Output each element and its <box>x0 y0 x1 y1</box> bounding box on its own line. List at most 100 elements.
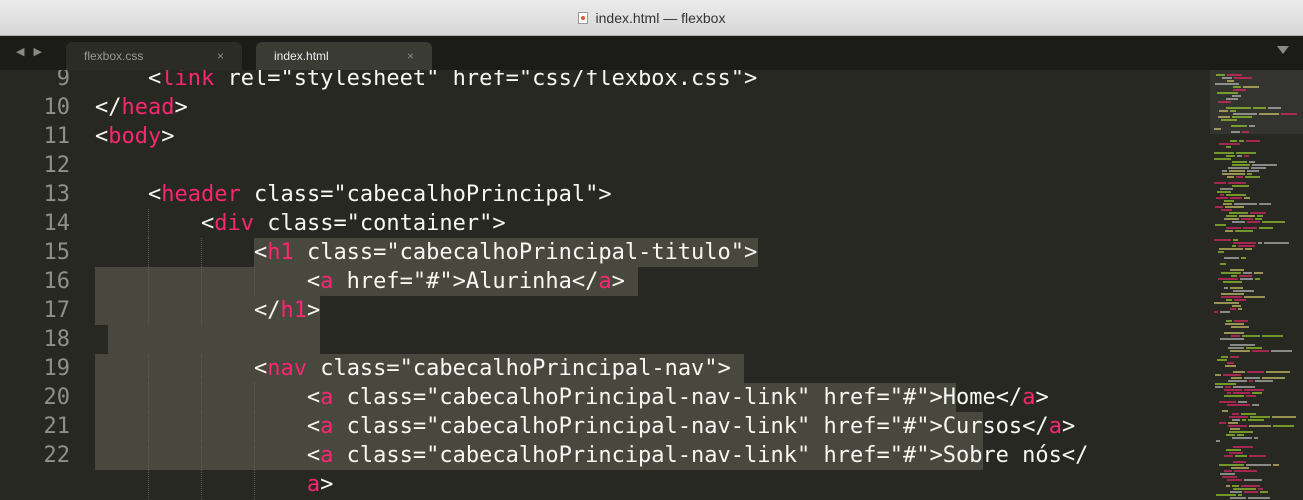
code-text[interactable]: a> <box>95 470 334 499</box>
code-line[interactable]: a> <box>0 470 1210 499</box>
code-line[interactable]: 16 <a href="#">Alurinha</a> <box>0 267 1210 296</box>
minimap-line <box>1272 416 1296 418</box>
minimap-line <box>1234 203 1257 205</box>
minimap-line <box>1255 278 1260 280</box>
tab-label: index.html <box>274 49 329 63</box>
minimap-line <box>1218 251 1224 253</box>
minimap-line <box>1264 242 1289 244</box>
minimap-line <box>1255 380 1273 382</box>
minimap-line <box>1226 449 1241 451</box>
minimap-line <box>1231 326 1249 328</box>
code-line[interactable]: 18 <box>0 325 1210 354</box>
code-line[interactable]: 11 <body> <box>0 122 1210 151</box>
minimap-line <box>1232 485 1239 487</box>
minimap-line <box>1226 155 1235 157</box>
code-line[interactable]: 15 <h1 class="cabecalhoPrincipal-titulo"… <box>0 238 1210 267</box>
code-text[interactable]: <a href="#">Alurinha</a> <box>95 267 625 296</box>
minimap-line <box>1247 371 1264 373</box>
minimap-line <box>1225 365 1236 367</box>
minimap-line <box>1260 491 1268 493</box>
code-text[interactable]: <link rel="stylesheet" href="css/flexbox… <box>95 70 757 93</box>
minimap-line <box>1226 485 1230 487</box>
minimap-line <box>1246 395 1256 397</box>
tab-flexbox-css[interactable]: flexbox.css × <box>66 42 242 70</box>
minimap-line <box>1221 209 1232 211</box>
minimap-line <box>1247 173 1252 175</box>
selection-highlight <box>108 325 321 354</box>
minimap-line <box>1233 113 1257 115</box>
minimap-line <box>1221 272 1241 274</box>
minimap-line <box>1231 467 1249 469</box>
tab-nav-arrows-icon[interactable]: ◀ ▶ <box>16 45 45 58</box>
code-line[interactable]: 14 <div class="container"> <box>0 209 1210 238</box>
minimap-line <box>1230 350 1250 352</box>
code-line[interactable]: 21 <a class="cabecalhoPrincipal-nav-link… <box>0 412 1210 441</box>
minimap-line <box>1216 74 1225 76</box>
minimap-line <box>1226 146 1231 148</box>
code-line[interactable]: 10 </head> <box>0 93 1210 122</box>
minimap-line <box>1251 167 1266 169</box>
code-line[interactable]: 22 <a class="cabecalhoPrincipal-nav-link… <box>0 441 1210 470</box>
line-number: 18 <box>43 327 71 352</box>
code-line[interactable]: 20 <a class="cabecalhoPrincipal-nav-link… <box>0 383 1210 412</box>
minimap-line <box>1219 110 1228 112</box>
minimap-line <box>1233 386 1255 388</box>
code-line[interactable]: 9 <link rel="stylesheet" href="css/flexb… <box>0 70 1210 93</box>
minimap-line <box>1259 203 1271 205</box>
minimap-line <box>1241 257 1246 259</box>
code-line[interactable]: 13 <header class="cabecalhoPrincipal"> <box>0 180 1210 209</box>
minimap-line <box>1254 437 1258 439</box>
minimap-line <box>1255 218 1262 220</box>
tab-index-html[interactable]: index.html × <box>256 42 432 70</box>
code-text[interactable]: <h1 class="cabecalhoPrincipal-titulo"> <box>95 238 757 267</box>
code-text[interactable]: <a class="cabecalhoPrincipal-nav-link" h… <box>95 412 1075 441</box>
minimap-line <box>1242 131 1249 133</box>
minimap-line <box>1250 212 1266 214</box>
tab-dropdown-icon[interactable] <box>1277 46 1289 54</box>
minimap-line <box>1226 227 1241 229</box>
minimap-line <box>1232 185 1249 187</box>
code-text[interactable]: <div class="container"> <box>95 209 506 238</box>
code-text[interactable]: <body> <box>95 122 174 151</box>
minimap-line <box>1216 494 1236 496</box>
code-text[interactable]: </head> <box>95 93 188 122</box>
minimap-line <box>1230 287 1243 289</box>
minimap-line <box>1215 224 1226 226</box>
code-text[interactable]: </h1> <box>95 296 320 325</box>
minimap-line <box>1233 461 1246 463</box>
minimap-line <box>1227 392 1231 394</box>
minimap-line <box>1249 380 1253 382</box>
code-text[interactable]: <a class="cabecalhoPrincipal-nav-link" h… <box>95 383 1049 412</box>
code-editor[interactable]: 9 <link rel="stylesheet" href="css/flexb… <box>0 70 1210 500</box>
minimap-line <box>1225 206 1244 208</box>
minimap-line <box>1249 425 1271 427</box>
minimap-line <box>1231 335 1240 337</box>
minimap-line <box>1220 473 1235 475</box>
code-text[interactable]: <a class="cabecalhoPrincipal-nav-link" h… <box>95 441 1088 470</box>
minimap-line <box>1224 257 1239 259</box>
minimap-line <box>1240 278 1253 280</box>
code-text[interactable]: <header class="cabecalhoPrincipal"> <box>95 180 612 209</box>
minimap-line <box>1241 218 1253 220</box>
tab-close-icon[interactable]: × <box>217 49 224 63</box>
minimap-line <box>1237 155 1242 157</box>
code-line[interactable]: 17 </h1> <box>0 296 1210 325</box>
minimap-line <box>1252 392 1262 394</box>
minimap[interactable] <box>1210 70 1303 500</box>
code-line[interactable]: 12 <box>0 151 1210 180</box>
tab-close-icon[interactable]: × <box>407 49 414 63</box>
minimap-line <box>1259 227 1273 229</box>
minimap-line <box>1239 275 1252 277</box>
minimap-line <box>1229 452 1243 454</box>
tab-bar: ◀ ▶ flexbox.css × index.html × <box>0 36 1303 70</box>
minimap-line <box>1247 170 1259 172</box>
minimap-line <box>1218 278 1238 280</box>
minimap-line <box>1219 401 1236 403</box>
code-text[interactable]: <nav class="cabecalhoPrincipal-nav"> <box>95 354 731 383</box>
code-line[interactable]: 19 <nav class="cabecalhoPrincipal-nav"> <box>0 354 1210 383</box>
minimap-line <box>1246 464 1271 466</box>
minimap-line <box>1220 194 1224 196</box>
minimap-line <box>1229 431 1253 433</box>
line-number: 15 <box>43 240 71 265</box>
minimap-line <box>1226 98 1238 100</box>
